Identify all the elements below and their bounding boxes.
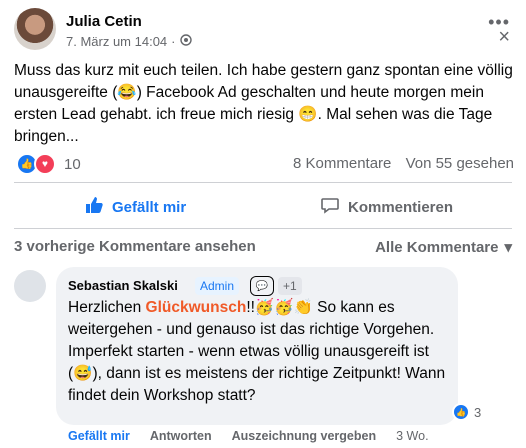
like-label: Gefällt mir <box>112 198 187 216</box>
comment-actions: Gefällt mir Antworten Auszeichnung verge… <box>68 429 429 443</box>
top-contributor-icon: 💬 <box>250 276 274 296</box>
close-icon[interactable]: × <box>498 26 510 49</box>
love-reaction-icon: ♥ <box>34 153 56 175</box>
comment-icon <box>320 195 340 219</box>
comment-button[interactable]: Kommentieren <box>320 195 453 219</box>
filter-label: Alle Kommentare <box>375 238 499 256</box>
commenter-avatar[interactable] <box>14 270 46 302</box>
comment-reactions[interactable]: 👍 3 <box>452 403 481 421</box>
comment-award-link[interactable]: Auszeichnung vergeben <box>232 429 376 443</box>
comment-reply-link[interactable]: Antworten <box>150 429 212 443</box>
admin-badge: Admin <box>195 277 240 295</box>
like-reaction-icon: 👍 <box>452 403 470 421</box>
comment-highlight: Glückwunsch <box>145 299 247 316</box>
commenter-name[interactable]: Sebastian Skalski <box>68 278 178 293</box>
view-count: Von 55 gesehen <box>405 155 514 172</box>
post-author[interactable]: Julia Cetin <box>66 13 142 30</box>
reaction-summary[interactable]: 👍 ♥ 10 <box>16 153 81 175</box>
comment-text: Herzlichen Glückwunsch!!🥳🥳👏 So kann es w… <box>68 297 450 407</box>
previous-comments-link[interactable]: 3 vorherige Kommentare ansehen <box>14 238 256 255</box>
like-button[interactable]: Gefällt mir <box>84 195 186 219</box>
post-stats: 8 Kommentare Von 55 gesehen <box>293 155 514 172</box>
reaction-count: 10 <box>64 155 81 173</box>
thumbs-up-icon <box>84 195 104 219</box>
group-icon <box>179 34 192 49</box>
post-body: Muss das kurz mit euch teilen. Ich habe … <box>14 62 513 145</box>
chevron-down-icon: ▾ <box>504 239 512 256</box>
post-meta: 7. März um 14:04 · <box>66 34 192 49</box>
separator: · <box>171 34 176 49</box>
comment-filter-dropdown[interactable]: Alle Kommentare ▾ <box>375 238 512 257</box>
divider <box>14 182 512 183</box>
author-avatar[interactable] <box>14 8 56 50</box>
more-badges[interactable]: +1 <box>278 277 302 295</box>
comment-like-link[interactable]: Gefällt mir <box>68 429 130 443</box>
comment-text-start: Herzlichen <box>68 299 146 316</box>
comment-time[interactable]: 3 Wo. <box>396 429 428 443</box>
comment-label: Kommentieren <box>348 198 454 216</box>
comment-reaction-count: 3 <box>474 404 482 420</box>
comment-count[interactable]: 8 Kommentare <box>293 155 391 172</box>
post-timestamp[interactable]: 7. März um 14:04 <box>66 34 167 49</box>
divider <box>14 228 512 229</box>
